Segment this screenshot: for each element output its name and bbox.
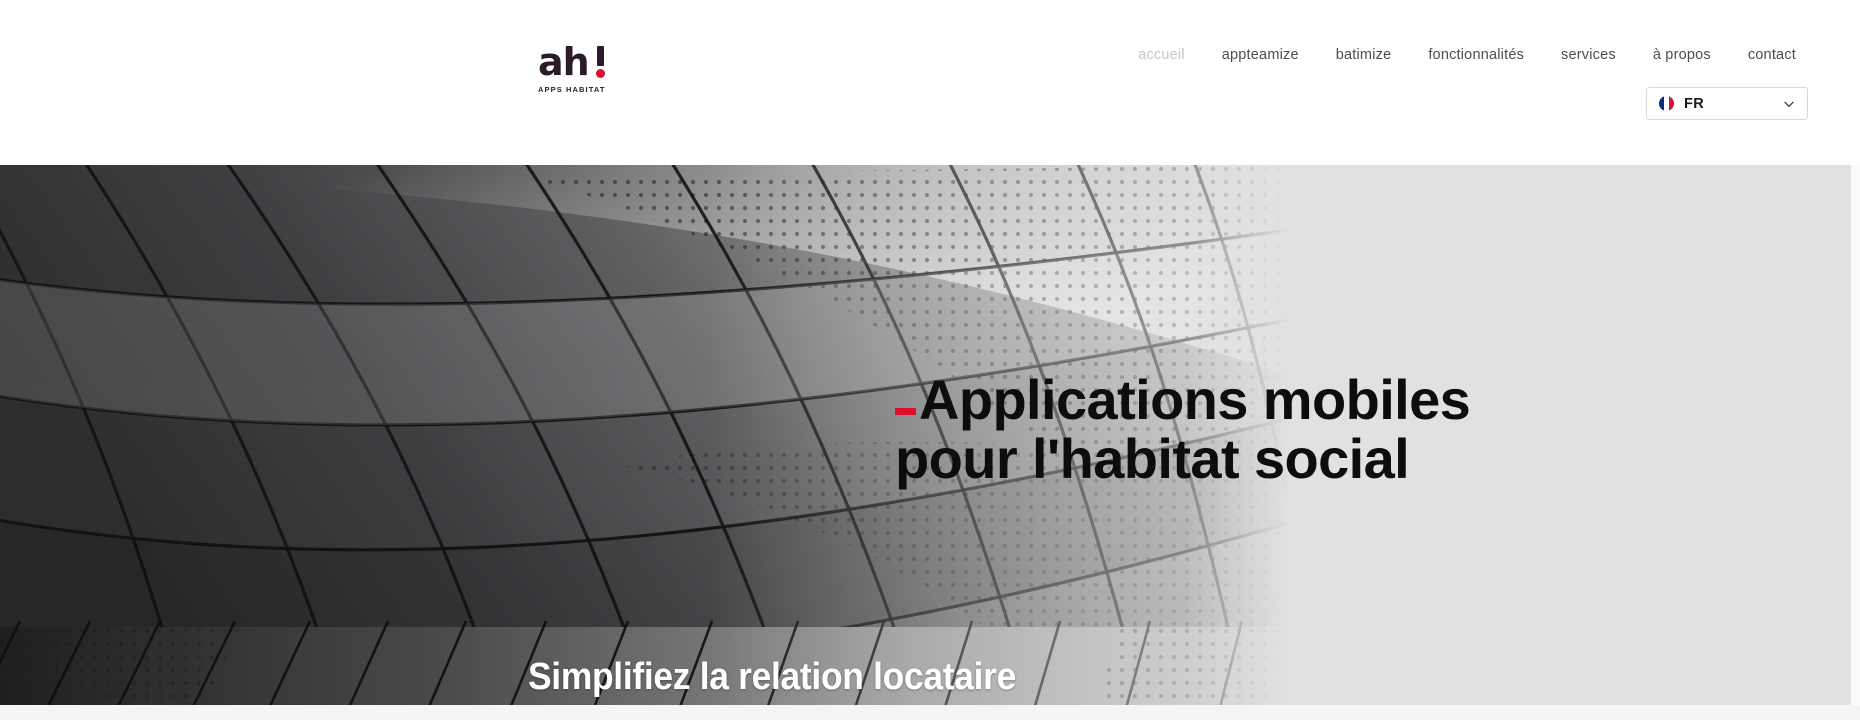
logo-wordmark: ah [538, 40, 590, 84]
exclamation-icon [595, 46, 605, 79]
hero-subtitle: Simplifiez la relation locataire Facilit… [528, 655, 1076, 705]
site-header: ah APPS HABITAT accueil appteamize batim… [0, 0, 1860, 165]
nav-item-services[interactable]: services [1561, 47, 1616, 63]
accent-underscore-icon [895, 408, 916, 415]
chevron-down-icon [1784, 101, 1794, 107]
nav-item-contact[interactable]: contact [1748, 47, 1796, 63]
nav-item-accueil[interactable]: accueil [1138, 47, 1185, 63]
hero-subtitle-line2: Facilitez le travail de vos équipes [528, 700, 1076, 705]
language-code: FR [1684, 95, 1705, 112]
hero-subtitle-line1: Simplifiez la relation locataire [528, 656, 1016, 698]
hero-title: Applications mobiles pour l'habitat soci… [895, 368, 1471, 491]
logo-mark: ah [538, 40, 605, 84]
hero-section: Applications mobiles pour l'habitat soci… [0, 165, 1860, 705]
nav-item-a-propos[interactable]: à propos [1653, 47, 1711, 63]
hero-title-line2: pour l'habitat social [895, 427, 1410, 491]
nav-item-batimize[interactable]: batimize [1336, 47, 1392, 63]
nav-item-appteamize[interactable]: appteamize [1222, 47, 1299, 63]
hero-title-line1: Applications mobiles [919, 368, 1471, 431]
hero-right-edge [1851, 165, 1860, 705]
language-selector[interactable]: FR [1646, 87, 1808, 120]
brand-logo[interactable]: ah APPS HABITAT [538, 40, 618, 102]
nav-item-fonctionnalites[interactable]: fonctionnalités [1428, 47, 1524, 63]
logo-tagline: APPS HABITAT [538, 85, 606, 95]
page-body-below-fold [0, 705, 1860, 720]
fr-flag-icon [1659, 96, 1674, 111]
main-navigation: accueil appteamize batimize fonctionnali… [1138, 47, 1796, 63]
